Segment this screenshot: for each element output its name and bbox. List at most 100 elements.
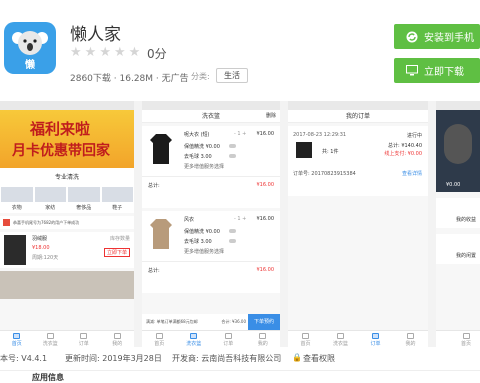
tab-home: 首页 bbox=[0, 331, 34, 347]
item-price: ¥16.00 bbox=[256, 216, 275, 222]
product-price: ¥18.00 bbox=[32, 245, 50, 251]
tab-label: 订单 bbox=[223, 341, 234, 347]
status-bar bbox=[142, 101, 280, 110]
koala-icon bbox=[12, 31, 48, 55]
rating-score: 0分 bbox=[147, 47, 167, 61]
avatar bbox=[444, 124, 472, 164]
product-name: 羽绒服 bbox=[32, 236, 48, 242]
order-date: 2017-08-23 12:29:31 bbox=[293, 132, 347, 138]
star-icon: ★ bbox=[113, 45, 126, 60]
tab-label: 我的 bbox=[112, 341, 123, 347]
tab-label: 订单 bbox=[370, 341, 381, 347]
footer-note: 满减: 单笔订单满额68元包邮 bbox=[146, 319, 198, 324]
basket-icon bbox=[337, 333, 344, 339]
tab-label: 洗衣篮 bbox=[42, 341, 58, 347]
home-icon bbox=[462, 333, 470, 339]
status-bar bbox=[288, 101, 428, 110]
sync-icon bbox=[406, 31, 418, 42]
tab-orders: 订单 bbox=[67, 331, 101, 347]
download-now-button[interactable]: 立即下载 bbox=[394, 58, 480, 83]
option-pill: 去毛球 3.00 bbox=[184, 154, 212, 160]
tab-home: 首页 bbox=[436, 331, 480, 347]
tab-mine: 我的 bbox=[246, 331, 281, 347]
tab-bar: 首页 洗衣篮 订单 我的 bbox=[142, 330, 280, 347]
screenshot-1[interactable]: 福利来啦 月卡优惠带回家 专业清洗 衣物 家纺 奢侈品 鞋子 恭喜手机尾号为76… bbox=[0, 101, 134, 347]
tab-orders: 订单 bbox=[358, 331, 393, 347]
banner-line1: 福利来啦 bbox=[30, 120, 91, 138]
tab-label: 洗衣篮 bbox=[332, 341, 348, 347]
app-name: 懒人家 bbox=[70, 25, 121, 45]
order-icon bbox=[224, 333, 232, 339]
app-size: 16.28M bbox=[119, 74, 154, 84]
total-label: 总计: bbox=[148, 268, 160, 274]
screenshot-3[interactable]: 我的订单 2017-08-23 12:29:31 进行中 共: 1件 总计: ¥… bbox=[288, 101, 428, 347]
screenshot-gallery[interactable]: 福利来啦 月卡优惠带回家 专业清洗 衣物 家纺 奢侈品 鞋子 恭喜手机尾号为76… bbox=[0, 101, 480, 347]
tab-home: 首页 bbox=[288, 331, 323, 347]
user-icon bbox=[259, 333, 267, 339]
item-price: ¥16.00 bbox=[256, 131, 275, 137]
item-name: 呢大衣 (短) bbox=[184, 132, 210, 138]
monitor-icon bbox=[406, 65, 418, 76]
toggle-switch bbox=[229, 154, 236, 158]
category-tag[interactable]: 生活 bbox=[216, 68, 248, 83]
star-icon: ★ bbox=[99, 45, 111, 60]
basket-title: 洗衣篮 删除 bbox=[142, 110, 280, 123]
user-icon bbox=[407, 333, 414, 339]
place-order-button: 下单预约 bbox=[248, 314, 280, 330]
status-bar bbox=[0, 101, 134, 110]
qty-stepper: - 1 + bbox=[234, 131, 247, 137]
home-icon bbox=[302, 333, 309, 339]
title-text: 洗衣篮 bbox=[201, 113, 220, 120]
app-icon: 懒 bbox=[4, 22, 56, 74]
install-to-phone-button[interactable]: 安装到手机 bbox=[394, 24, 480, 49]
footer-sum: 合计: ¥36.00 bbox=[221, 319, 246, 324]
profile-hero: ¥0.00 bbox=[436, 110, 480, 192]
balance: ¥0.00 bbox=[446, 182, 461, 188]
tab-label: 首页 bbox=[300, 341, 311, 347]
order-status: 进行中 bbox=[406, 133, 422, 139]
tab-label: 订单 bbox=[78, 341, 89, 347]
app-icon-brand: 懒 bbox=[25, 60, 35, 71]
screenshot-4[interactable]: ¥0.00 我的收益 我的闲置 首页 bbox=[436, 101, 480, 347]
product-duration: 周期:120天 bbox=[32, 255, 59, 261]
screenshot-2[interactable]: 洗衣篮 删除 呢大衣 (短) - 1 + ¥16.00 保值精洗 ¥0.00 去毛… bbox=[142, 101, 280, 347]
product-item: 羽绒服 ¥18.00 周期:120天 库存数量 立即下单 bbox=[0, 232, 134, 268]
star-icon: ★ bbox=[128, 45, 141, 60]
trench-coat-icon bbox=[150, 219, 172, 249]
rating-stars: ★ ★ ★ ★ ★ bbox=[70, 46, 140, 60]
download-label: 立即下载 bbox=[424, 67, 464, 78]
star-icon: ★ bbox=[84, 45, 97, 60]
total-value: ¥16.00 bbox=[256, 267, 275, 273]
order-detail-link: 查看详情 bbox=[401, 171, 422, 177]
category-label: 分类: bbox=[191, 72, 210, 81]
category-cell: 家纺 bbox=[34, 187, 66, 211]
product-order-button: 立即下单 bbox=[103, 248, 130, 257]
toggle-switch bbox=[229, 229, 236, 233]
tab-basket: 洗衣篮 bbox=[323, 331, 358, 347]
tab-bar: 首页 洗衣篮 订单 我的 bbox=[288, 330, 428, 347]
order-total: 总计: ¥140.40 bbox=[388, 143, 422, 149]
tab-basket: 洗衣篮 bbox=[34, 331, 68, 347]
tab-label: 首页 bbox=[460, 341, 471, 347]
category-cell: 衣物 bbox=[1, 187, 33, 211]
order-icon bbox=[80, 333, 88, 339]
category-grid: 衣物 家纺 奢侈品 鞋子 bbox=[0, 185, 134, 213]
basket-icon bbox=[46, 333, 54, 339]
tab-label: 首页 bbox=[11, 341, 22, 347]
permissions-link[interactable]: 查看权限 bbox=[303, 353, 335, 364]
star-icon: ★ bbox=[70, 45, 82, 60]
function-income: 我的收益 bbox=[455, 217, 476, 223]
tab-label: 首页 bbox=[154, 341, 165, 347]
promo-banner: 福利来啦 月卡优惠带回家 bbox=[0, 110, 134, 168]
basket-card: 风衣 - 1 + ¥16.00 保值精洗 ¥0.00 去毛球 3.00 更多增值… bbox=[142, 211, 280, 293]
function-row: 我的闲置 bbox=[436, 234, 480, 264]
orders-title: 我的订单 bbox=[288, 110, 428, 123]
basket-icon bbox=[190, 333, 198, 339]
notice-text: 恭喜手机尾号为7682的用户下单成功 bbox=[13, 219, 80, 225]
tab-label: 洗衣篮 bbox=[186, 341, 202, 347]
speaker-icon bbox=[3, 219, 10, 226]
tab-bar: 首页 bbox=[436, 330, 480, 347]
basket-card: 呢大衣 (短) - 1 + ¥16.00 保值精洗 ¥0.00 去毛球 3.00… bbox=[142, 126, 280, 208]
section-title-app-info: 应用信息 bbox=[32, 373, 64, 382]
install-label: 安装到手机 bbox=[424, 33, 474, 44]
